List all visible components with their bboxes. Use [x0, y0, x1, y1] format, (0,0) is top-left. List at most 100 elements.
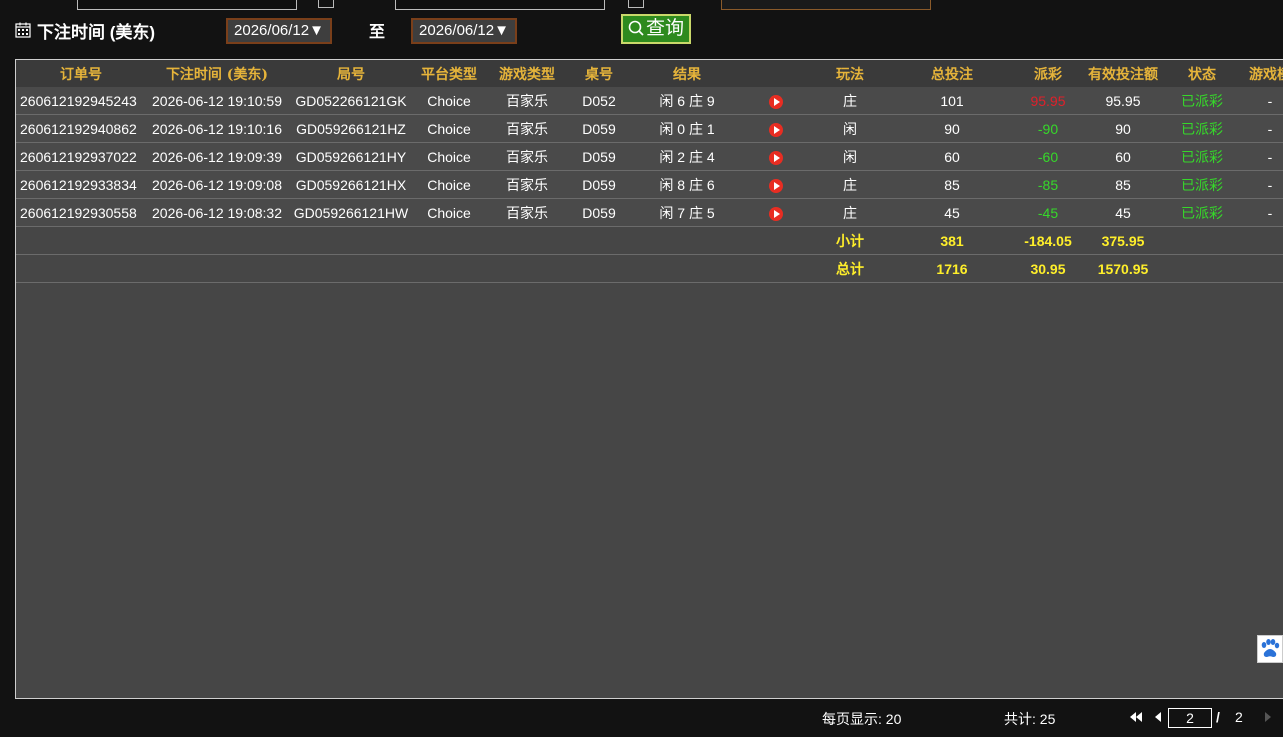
- cell-bet: 101: [894, 87, 1010, 115]
- cell-order: 260612192945243: [16, 87, 146, 115]
- subtotal-valid: 375.95: [1086, 226, 1160, 255]
- end-date-picker[interactable]: 2026/06/12▼: [411, 18, 517, 44]
- round-filter-input[interactable]: [395, 0, 605, 10]
- cell-game: 百家乐: [484, 142, 570, 171]
- cell-bet: 45: [894, 198, 1010, 227]
- col-header-play[interactable]: 玩法: [806, 60, 894, 87]
- replay-play-icon[interactable]: [769, 206, 783, 221]
- cell-status: 已派彩: [1160, 114, 1244, 143]
- cell-payout: 95.95: [1010, 87, 1086, 115]
- col-header-replay: [746, 60, 806, 87]
- table-row: 260612192937022 2026-06-12 19:09:39 GD05…: [16, 142, 1283, 171]
- calendar-icon: [15, 22, 31, 38]
- page-separator: /: [1216, 709, 1220, 725]
- cell-status: 已派彩: [1160, 87, 1244, 115]
- table-row: 260612192940862 2026-06-12 19:10:16 GD05…: [16, 114, 1283, 143]
- cell-payout: -90: [1010, 114, 1086, 143]
- cell-game: 百家乐: [484, 170, 570, 199]
- cell-replay: [746, 87, 806, 115]
- cell-payout: -60: [1010, 142, 1086, 171]
- col-header-valid-bet[interactable]: 有效投注额: [1086, 60, 1160, 87]
- prev-page-icon[interactable]: [1154, 712, 1162, 722]
- cell-table-no: D059: [570, 170, 628, 199]
- cell-round: GD059266121HY: [288, 142, 414, 171]
- first-page-icon[interactable]: [1130, 712, 1142, 722]
- cell-platform: Choice: [414, 198, 484, 227]
- cell-bet: 85: [894, 170, 1010, 199]
- cell-time: 2026-06-12 19:10:59: [146, 87, 288, 115]
- col-header-platform[interactable]: 平台类型: [414, 60, 484, 87]
- current-page-input[interactable]: 2: [1168, 708, 1212, 728]
- subtotal-label: 小计: [806, 226, 894, 255]
- total-row: 总计 1716 30.95 1570.95: [16, 254, 1283, 283]
- cell-play: 庄: [806, 198, 894, 227]
- col-header-order[interactable]: 订单号: [16, 60, 146, 87]
- cell-result: 闲 7 庄 5: [628, 198, 746, 227]
- cell-bet: 90: [894, 114, 1010, 143]
- cell-table-no: D059: [570, 198, 628, 227]
- cell-status: 已派彩: [1160, 198, 1244, 227]
- replay-play-icon[interactable]: [769, 94, 783, 109]
- cell-payout: -85: [1010, 170, 1086, 199]
- floating-assistant-button[interactable]: [1257, 635, 1283, 663]
- cell-result: 闲 0 庄 1: [628, 114, 746, 143]
- replay-play-icon[interactable]: [769, 178, 783, 193]
- cell-round: GD059266121HZ: [288, 114, 414, 143]
- total-bet: 1716: [894, 254, 1010, 283]
- table-row: 260612192930558 2026-06-12 19:08:32 GD05…: [16, 198, 1283, 227]
- total-count-label: 共计: 25: [1004, 711, 1056, 727]
- cell-time: 2026-06-12 19:09:39: [146, 142, 288, 171]
- col-header-round[interactable]: 局号: [288, 60, 414, 87]
- cell-order: 260612192937022: [16, 142, 146, 171]
- game-filter-select[interactable]: [721, 0, 931, 10]
- col-header-result[interactable]: 结果: [628, 60, 746, 87]
- cell-platform: Choice: [414, 142, 484, 171]
- cell-mode: -: [1244, 87, 1283, 115]
- cell-round: GD059266121HX: [288, 170, 414, 199]
- cell-mode: -: [1244, 142, 1283, 171]
- total-label: 总计: [806, 254, 894, 283]
- cell-status: 已派彩: [1160, 142, 1244, 171]
- col-header-game-type[interactable]: 游戏类型: [484, 60, 570, 87]
- cell-game: 百家乐: [484, 114, 570, 143]
- col-header-table-no[interactable]: 桌号: [570, 60, 628, 87]
- query-button[interactable]: 查询: [621, 14, 691, 44]
- total-payout: 30.95: [1010, 254, 1086, 283]
- cell-play: 庄: [806, 170, 894, 199]
- cell-table-no: D059: [570, 142, 628, 171]
- cell-replay: [746, 114, 806, 143]
- cell-time: 2026-06-12 19:10:16: [146, 114, 288, 143]
- cell-order: 260612192930558: [16, 198, 146, 227]
- filter-checkbox-2[interactable]: [628, 0, 644, 8]
- total-pages-label: 2: [1235, 709, 1243, 725]
- date-to-label: 至: [369, 24, 386, 41]
- query-button-label: 查询: [645, 18, 684, 39]
- col-header-total-bet[interactable]: 总投注: [894, 60, 1010, 87]
- cell-platform: Choice: [414, 170, 484, 199]
- cell-result: 闲 6 庄 9: [628, 87, 746, 115]
- subtotal-payout: -184.05: [1010, 226, 1086, 255]
- table-row: 260612192945243 2026-06-12 19:10:59 GD05…: [16, 87, 1283, 115]
- paw-icon: [1261, 639, 1280, 657]
- cell-table-no: D052: [570, 87, 628, 115]
- order-filter-input[interactable]: [77, 0, 297, 10]
- cell-order: 260612192933834: [16, 170, 146, 199]
- next-page-icon[interactable]: [1264, 712, 1272, 722]
- cell-valid: 85: [1086, 170, 1160, 199]
- cell-replay: [746, 170, 806, 199]
- cell-play: 闲: [806, 114, 894, 143]
- bet-records-table: 订单号 下注时间 (美东) 局号 平台类型 游戏类型 桌号 结果 玩法 总投注 …: [16, 60, 1283, 283]
- cell-play: 庄: [806, 87, 894, 115]
- replay-play-icon[interactable]: [769, 122, 783, 137]
- date-filter-row: 下注时间 (美东) 2026/06/12▼ 至 2026/06/12▼ 查询: [15, 14, 915, 46]
- page-size-label[interactable]: 每页显示: 20: [822, 709, 901, 729]
- col-header-status[interactable]: 状态: [1160, 60, 1244, 87]
- col-header-bet-time[interactable]: 下注时间 (美东): [146, 60, 288, 87]
- col-header-payout[interactable]: 派彩: [1010, 60, 1086, 87]
- cell-mode: -: [1244, 114, 1283, 143]
- start-date-picker[interactable]: 2026/06/12▼: [226, 18, 332, 44]
- replay-play-icon[interactable]: [769, 150, 783, 165]
- col-header-game-mode[interactable]: 游戏模: [1244, 60, 1283, 87]
- table-row: 260612192933834 2026-06-12 19:09:08 GD05…: [16, 170, 1283, 199]
- filter-checkbox-1[interactable]: [318, 0, 334, 8]
